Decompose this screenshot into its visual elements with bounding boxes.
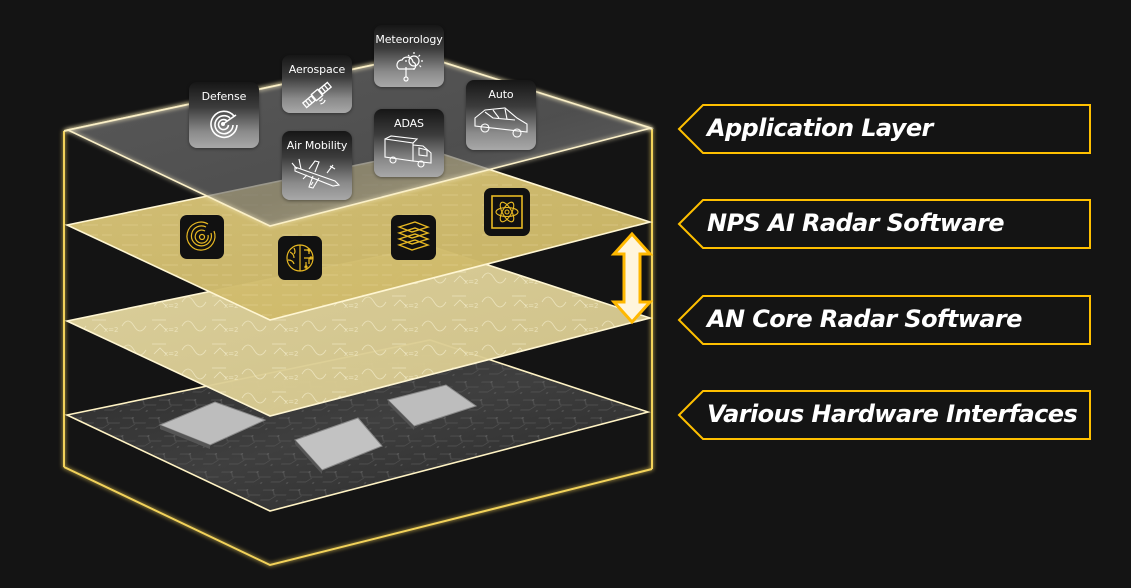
ai-tile-radar-waves [180, 215, 224, 259]
layer-label-text: Various Hardware Interfaces [707, 400, 1078, 428]
layer-label-text: AN Core Radar Software [707, 305, 1022, 333]
layer-label-text: Application Layer [707, 114, 933, 142]
ai-brain-icon [286, 244, 314, 272]
ai-tile-layers [391, 215, 436, 260]
app-tile-auto: Auto [466, 80, 536, 150]
layer-label-nps-ai: NPS AI Radar Software [676, 198, 1094, 250]
satellite-icon [301, 81, 333, 109]
app-tile-label: Meteorology [375, 33, 443, 46]
app-tile-label: ADAS [394, 117, 424, 130]
layer-label-application: Application Layer [676, 103, 1094, 155]
app-tile-defense: Defense [189, 82, 259, 148]
car-icon [474, 107, 528, 138]
evtol-aircraft-icon [291, 158, 341, 189]
radar-icon [210, 110, 238, 139]
ai-tile-atom-chip [484, 188, 530, 236]
atom-chip-icon [491, 188, 523, 229]
app-tile-label: Air Mobility [286, 139, 348, 152]
layer-label-an-core: AN Core Radar Software [676, 294, 1094, 346]
app-tile-aerospace: Aerospace [282, 55, 352, 113]
app-tile-label: Defense [201, 90, 247, 103]
ai-tile-brain [278, 236, 322, 280]
truck-icon [384, 135, 432, 168]
app-tile-air-mobility: Air Mobility [282, 131, 352, 200]
layer-label-hardware: Various Hardware Interfaces [676, 389, 1094, 441]
app-tile-adas: ADAS [374, 109, 444, 177]
app-tile-label: Aerospace [288, 63, 346, 76]
layer-label-text: NPS AI Radar Software [707, 209, 1005, 237]
bidirectional-arrow-icon [610, 231, 654, 325]
radar-waves-icon [186, 221, 216, 251]
app-tile-meteorology: Meteorology [374, 25, 444, 87]
weather-icon [396, 52, 423, 82]
app-tile-label: Auto [488, 88, 514, 101]
stacked-layers-icon [397, 221, 430, 251]
